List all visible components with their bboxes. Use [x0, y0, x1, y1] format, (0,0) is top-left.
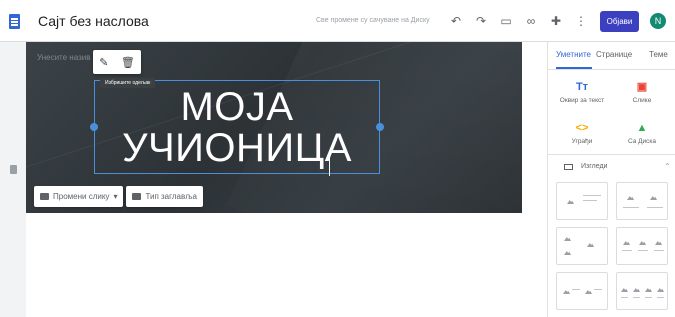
image-icon — [40, 193, 49, 200]
change-image-button[interactable]: Промени слику ▾ — [34, 186, 124, 207]
text-box-toolbar: ✎ 🗑 — [93, 50, 141, 74]
editor-canvas: Унесите назив ✎ 🗑 Избришите одељак МОЈА … — [26, 42, 522, 317]
insert-embed[interactable]: <> Уграђи — [554, 121, 610, 145]
site-name-placeholder[interactable]: Унесите назив — [37, 53, 90, 62]
drive-icon: ▲ — [636, 122, 648, 134]
layout-option-6[interactable] — [616, 272, 668, 310]
layout-option-5[interactable] — [556, 272, 608, 310]
insert-images[interactable]: ▣ Слике — [614, 80, 670, 104]
publish-button[interactable]: Објави — [600, 11, 639, 32]
site-title[interactable]: Сајт без наслова — [38, 13, 149, 29]
more-options-icon[interactable]: ⋮ — [571, 11, 591, 31]
panel-tabs: Уметните Странице Теме — [548, 42, 675, 70]
insert-embed-label: Уграђи — [571, 138, 593, 145]
change-image-label: Промени слику — [53, 192, 110, 201]
embed-icon: <> — [575, 122, 589, 134]
layout-option-2[interactable] — [616, 182, 668, 220]
preview-icon[interactable]: ▭ — [496, 11, 516, 31]
layouts-label: Изгледи — [581, 163, 608, 170]
page-body[interactable] — [26, 213, 522, 317]
pencil-icon[interactable]: ✎ — [99, 56, 108, 69]
left-gutter — [0, 42, 26, 317]
layout-option-4[interactable] — [616, 227, 668, 265]
header-type-icon — [132, 193, 142, 200]
active-tab-indicator — [556, 67, 592, 69]
layout-option-3[interactable] — [556, 227, 608, 265]
insert-from-drive[interactable]: ▲ Са Диска — [614, 121, 670, 145]
top-bar: Сајт без наслова Све промене су сачуване… — [0, 0, 675, 42]
link-icon[interactable]: ∞ — [521, 11, 541, 31]
layout-option-1[interactable] — [556, 182, 608, 220]
header-title[interactable]: МОЈА УЧИОНИЦА — [95, 87, 379, 169]
tab-themes[interactable]: Теме — [649, 50, 668, 59]
tooltip: Избришите одељак — [100, 78, 156, 88]
avatar[interactable]: N — [650, 13, 666, 29]
save-status: Све промене су сачуване на Диску — [316, 17, 430, 24]
header-section[interactable]: Унесите назив ✎ 🗑 Избришите одељак МОЈА … — [26, 42, 522, 213]
sites-logo-icon[interactable] — [9, 14, 20, 29]
divider — [548, 154, 675, 155]
header-title-box[interactable]: МОЈА УЧИОНИЦА — [90, 80, 384, 174]
redo-icon[interactable]: ↷ — [471, 11, 491, 31]
header-type-button[interactable]: Тип заглавља — [126, 186, 203, 207]
insert-text-box-label: Оквир за текст — [559, 97, 605, 104]
header-type-label: Тип заглавља — [145, 192, 197, 201]
dropdown-arrow-icon: ▾ — [113, 192, 118, 201]
undo-icon[interactable]: ↶ — [446, 11, 466, 31]
text-box-icon: Tт — [575, 81, 589, 93]
insert-from-drive-label: Са Диска — [627, 138, 657, 145]
header-title-line-2: УЧИОНИЦА — [122, 126, 352, 170]
tab-insert[interactable]: Уметните — [556, 50, 591, 59]
layouts-header[interactable]: Изгледи — [564, 163, 607, 170]
header-title-line-1: МОЈА — [180, 85, 294, 129]
right-panel: Уметните Странице Теме Tт Оквир за текст… — [547, 42, 675, 317]
tab-pages[interactable]: Странице — [596, 50, 632, 59]
share-icon[interactable]: ✚ — [546, 11, 566, 31]
insert-images-label: Слике — [632, 97, 652, 104]
expand-icon[interactable]: ⌃ — [664, 162, 671, 171]
section-settings-icon[interactable] — [10, 165, 17, 174]
image-icon: ▣ — [636, 81, 648, 93]
trash-icon[interactable]: 🗑 — [121, 56, 135, 69]
insert-text-box[interactable]: Tт Оквир за текст — [554, 80, 610, 104]
header-controls: Промени слику ▾ Тип заглавља — [34, 186, 203, 207]
text-cursor — [329, 156, 330, 176]
layouts-icon — [564, 163, 573, 170]
